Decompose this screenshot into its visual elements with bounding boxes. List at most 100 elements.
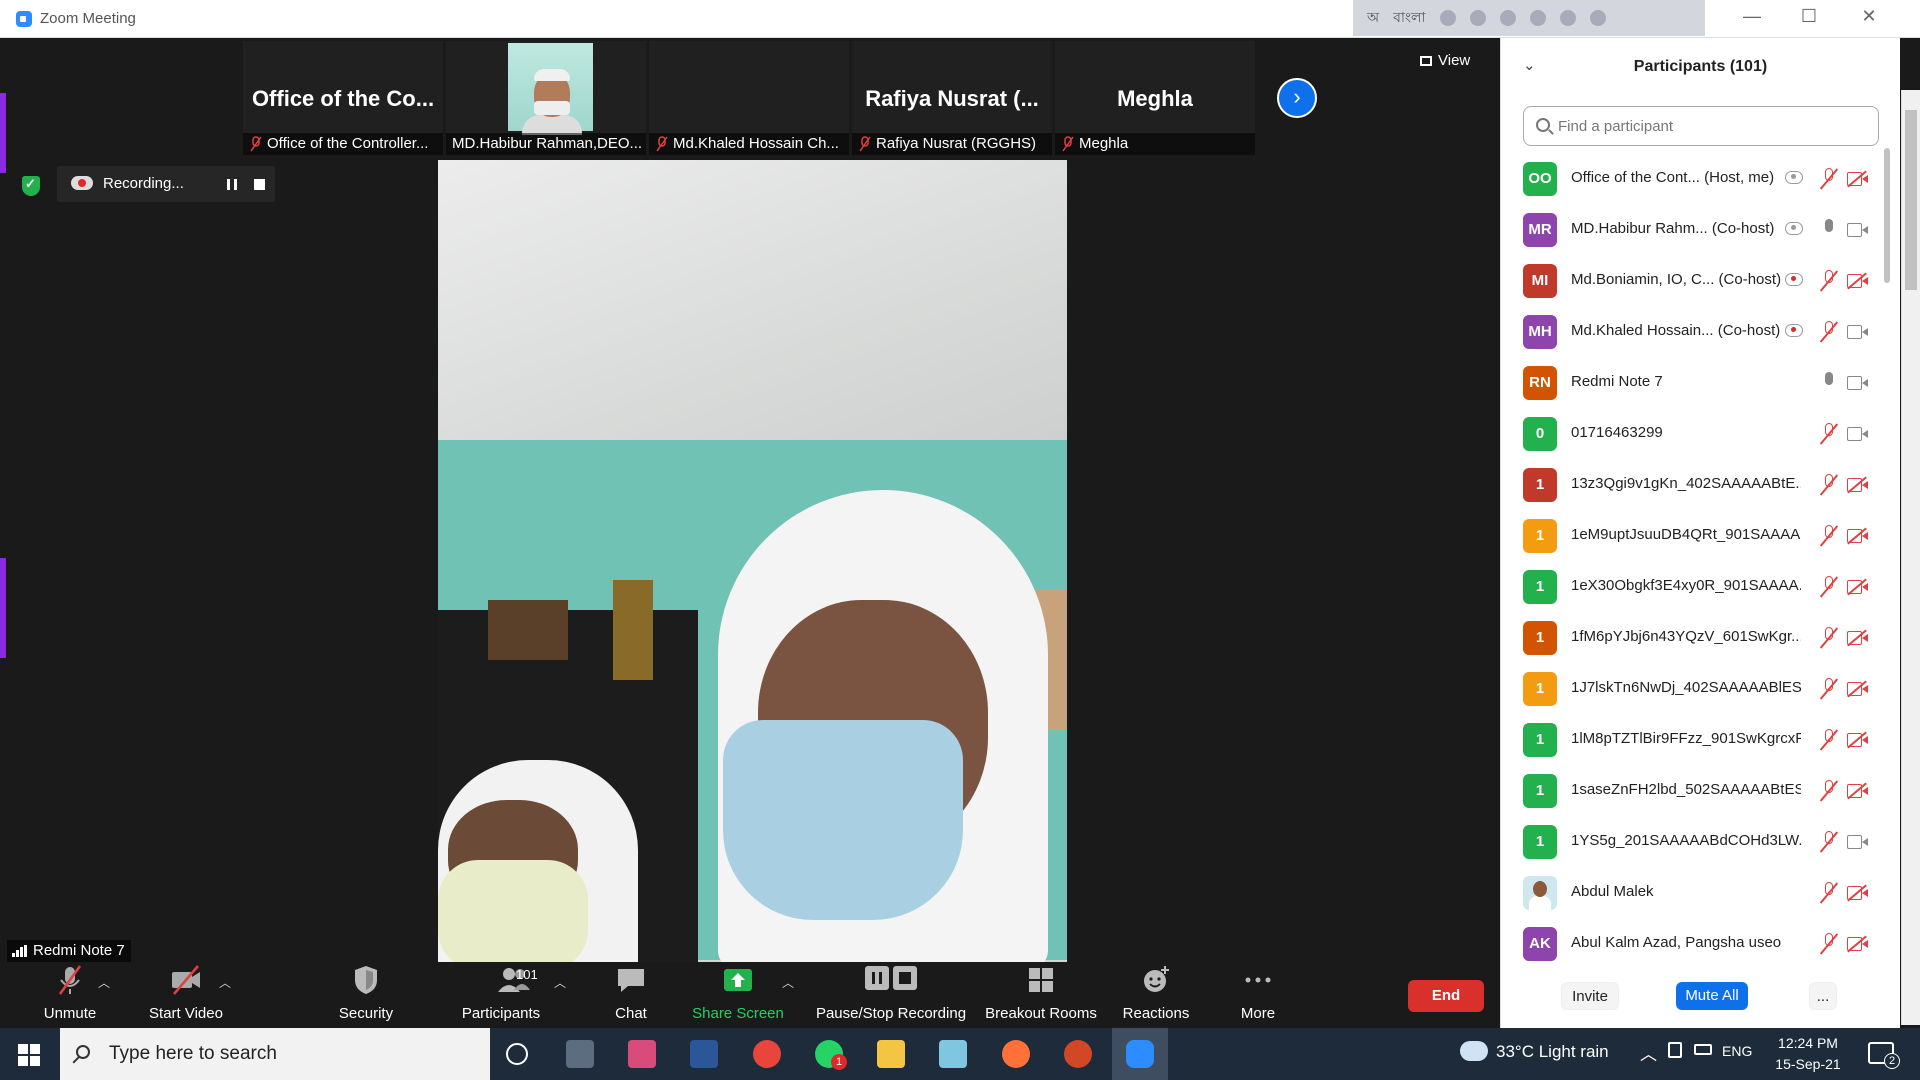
help-icon[interactable] — [1559, 10, 1576, 26]
video-off-icon[interactable] — [1847, 580, 1869, 594]
gallery-thumb[interactable]: Rafiya Nusrat (... Rafiya Nusrat (RGGHS) — [852, 41, 1052, 155]
word-icon[interactable] — [690, 1040, 718, 1068]
device-icon[interactable] — [1668, 1042, 1682, 1058]
battery-icon[interactable] — [1694, 1044, 1712, 1055]
pause-recording-icon[interactable] — [227, 179, 237, 190]
browser-icon[interactable] — [1529, 10, 1546, 26]
video-icon[interactable] — [1847, 223, 1869, 237]
participant-row[interactable]: 1 1YS5g_201SAAAAABdCOHd3LW... — [1501, 816, 1885, 867]
participant-row[interactable]: 1 1eM9uptJsuuDB4QRt_901SAAAA... — [1501, 510, 1885, 561]
weather-cloud-icon[interactable] — [1460, 1041, 1488, 1061]
participants-caret[interactable]: ︿ — [554, 974, 566, 991]
file-explorer-icon[interactable] — [877, 1040, 905, 1068]
invite-button[interactable]: Invite — [1561, 982, 1619, 1010]
breakout-rooms-button[interactable]: Breakout Rooms — [976, 962, 1106, 1028]
settings-icon[interactable] — [1499, 10, 1516, 26]
mic-icon[interactable] — [1819, 219, 1839, 241]
participant-row[interactable]: Abdul Malek — [1501, 867, 1885, 918]
video-options-caret[interactable]: ︿ — [219, 974, 231, 991]
video-off-icon[interactable] — [1847, 631, 1869, 645]
gallery-thumb[interactable]: MD.Habibur Rahman,DEO... — [446, 41, 646, 155]
mic-muted-icon[interactable] — [1819, 423, 1839, 445]
gallery-thumb[interactable]: Meghla Meghla — [1055, 41, 1255, 155]
participant-row[interactable]: 1 1fM6pYJbj6n43YQzV_601SwKgr... — [1501, 612, 1885, 663]
video-off-icon[interactable] — [1847, 682, 1869, 696]
security-button[interactable]: Security — [326, 962, 406, 1028]
notifications-icon[interactable]: 2 — [1868, 1042, 1900, 1069]
participant-row[interactable]: AK Abul Kalm Azad, Pangsha useo — [1501, 918, 1885, 969]
mic-muted-icon[interactable] — [1819, 525, 1839, 547]
mic-muted-icon[interactable] — [1819, 576, 1839, 598]
mic-muted-icon[interactable] — [1819, 678, 1839, 700]
participants-button[interactable]: 101 Participants — [446, 962, 556, 1028]
ime-language[interactable]: বাংলা — [1393, 6, 1425, 30]
window-scrollbar[interactable] — [1901, 90, 1920, 1025]
video-icon[interactable] — [1847, 376, 1869, 390]
mic-muted-icon[interactable] — [1819, 729, 1839, 751]
participant-search-input[interactable] — [1558, 115, 1858, 137]
mic-muted-icon[interactable] — [1819, 780, 1839, 802]
pause-stop-recording-button[interactable]: Pause/Stop Recording — [806, 962, 976, 1028]
taskbar-clock[interactable]: 12:24 PM 15-Sep-21 — [1768, 1033, 1848, 1075]
participant-row[interactable]: 1 1lM8pTZTlBir9FFzz_901SwKgrcxF... — [1501, 714, 1885, 765]
chat-button[interactable]: Chat — [591, 962, 671, 1028]
ime-icon[interactable]: অ — [1367, 6, 1379, 30]
participant-row[interactable]: MI Md.Boniamin, IO, C... (Co-host) — [1501, 255, 1885, 306]
reactions-button[interactable]: Reactions — [1111, 962, 1201, 1028]
stop-recording-icon[interactable] — [254, 179, 265, 190]
windows-start-icon[interactable] — [18, 1044, 40, 1066]
paint-icon[interactable] — [628, 1040, 656, 1068]
tools-icon[interactable] — [1469, 10, 1486, 26]
start-video-button[interactable]: Start Video — [136, 962, 236, 1028]
gallery-thumb[interactable]: Office of the Co... Office of the Contro… — [243, 41, 443, 155]
task-view-icon[interactable] — [566, 1040, 594, 1068]
cortana-icon[interactable] — [506, 1043, 528, 1065]
share-screen-button[interactable]: Share Screen — [688, 962, 788, 1028]
participant-row[interactable]: 1 13z3Qgi9v1gKn_402SAAAAABtE... — [1501, 459, 1885, 510]
share-options-caret[interactable]: ︿ — [782, 974, 794, 991]
panel-scrollbar[interactable] — [1884, 148, 1890, 283]
end-meeting-button[interactable]: End — [1408, 980, 1484, 1012]
video-off-icon[interactable] — [1847, 274, 1869, 288]
participant-row[interactable]: 1 1eX30Obgkf3E4xy0R_901SAAAA... — [1501, 561, 1885, 612]
whatsapp-icon[interactable]: 1 — [815, 1040, 847, 1070]
maximize-button[interactable]: ☐ — [1794, 6, 1824, 27]
mic-muted-icon[interactable] — [1819, 627, 1839, 649]
video-icon[interactable] — [1847, 835, 1869, 849]
audio-options-caret[interactable]: ︿ — [98, 974, 110, 991]
mic-muted-icon[interactable] — [1819, 831, 1839, 853]
mic-muted-icon[interactable] — [1819, 474, 1839, 496]
close-button[interactable]: ✕ — [1854, 6, 1884, 27]
chrome-icon[interactable] — [753, 1040, 781, 1068]
video-icon[interactable] — [1847, 325, 1869, 339]
participant-row[interactable]: MR MD.Habibur Rahm... (Co-host) — [1501, 204, 1885, 255]
mute-all-button[interactable]: Mute All — [1676, 982, 1748, 1010]
powerpoint-icon[interactable] — [1064, 1040, 1092, 1068]
minimize-button[interactable]: — — [1737, 6, 1767, 27]
mic-muted-icon[interactable] — [1819, 270, 1839, 292]
video-off-icon[interactable] — [1847, 529, 1869, 543]
notes-icon[interactable] — [939, 1040, 967, 1068]
participant-row[interactable]: 1 1saseZnFH2lbd_502SAAAAABtES... — [1501, 765, 1885, 816]
video-off-icon[interactable] — [1847, 784, 1869, 798]
weather-text[interactable]: 33°C Light rain — [1496, 1042, 1609, 1062]
participant-row[interactable]: 0 01716463299 — [1501, 408, 1885, 459]
more-options-button[interactable]: ... — [1809, 982, 1837, 1010]
view-button[interactable]: View — [1420, 48, 1488, 74]
mic-muted-icon[interactable] — [1819, 168, 1839, 190]
zoom-taskbar-item[interactable] — [1112, 1028, 1168, 1080]
participant-search[interactable] — [1523, 106, 1879, 146]
more-button[interactable]: More — [1218, 962, 1298, 1028]
keyboard-icon[interactable] — [1439, 10, 1456, 26]
mic-icon[interactable] — [1819, 372, 1839, 394]
firefox-icon[interactable] — [1002, 1040, 1030, 1068]
gallery-thumb[interactable]: Md.Khaled Hossain Ch... — [649, 41, 849, 155]
taskbar-search[interactable]: Type here to search — [60, 1028, 490, 1080]
tray-expand-icon[interactable]: ︿ — [1640, 1040, 1657, 1065]
participant-row[interactable]: OO Office of the Cont... (Host, me) — [1501, 153, 1885, 204]
next-page-button[interactable]: › — [1277, 78, 1317, 118]
video-off-icon[interactable] — [1847, 886, 1869, 900]
participant-row[interactable]: 1 1J7lskTn6NwDj_402SAAAAABlES... — [1501, 663, 1885, 714]
participant-row[interactable]: RN Redmi Note 7 — [1501, 357, 1885, 408]
encryption-shield-icon[interactable] — [22, 176, 40, 196]
